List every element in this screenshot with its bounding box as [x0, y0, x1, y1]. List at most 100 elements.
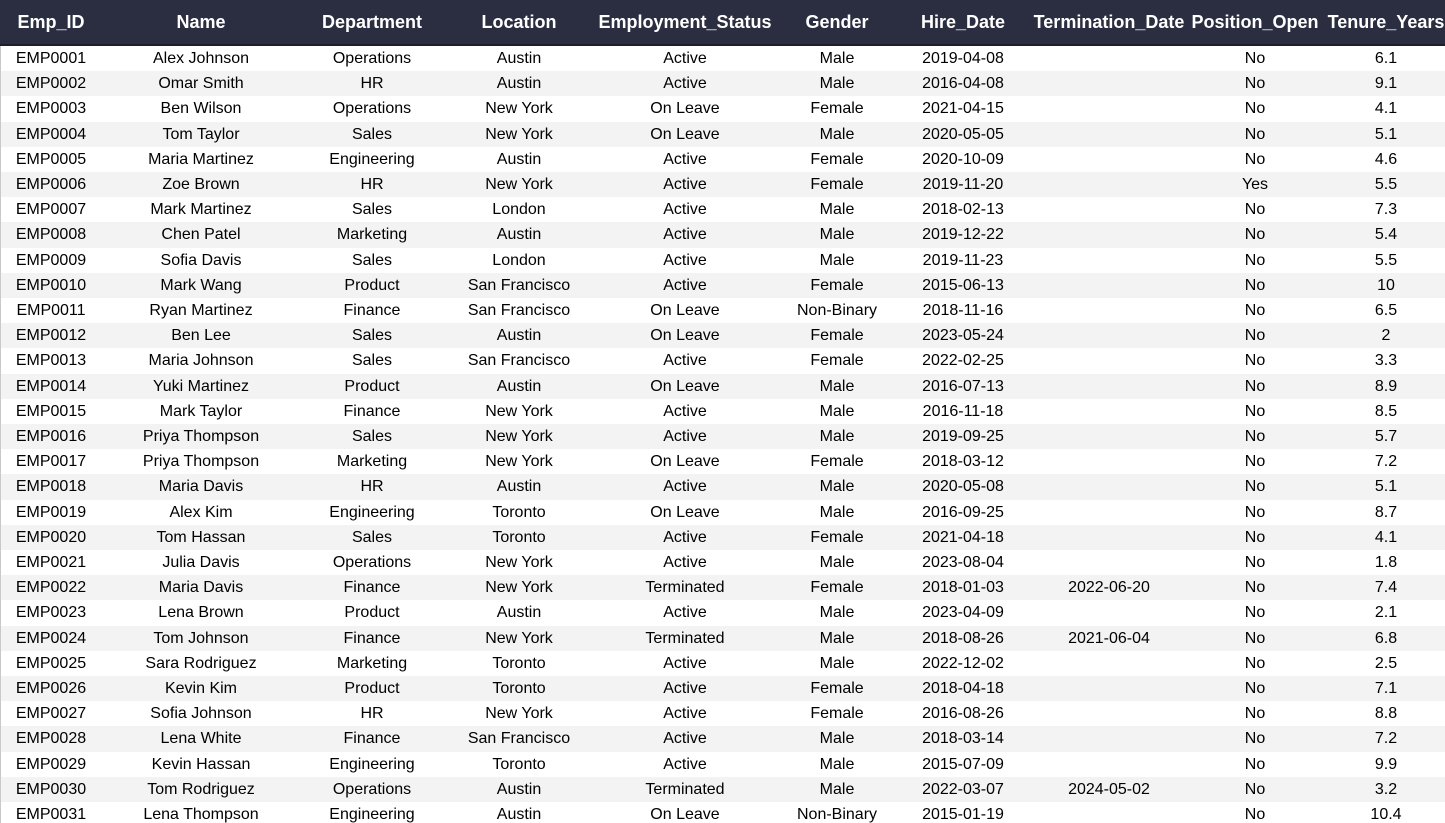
cell-gender[interactable]: Male: [772, 424, 902, 449]
cell-gender[interactable]: Male: [772, 474, 902, 499]
cell-tenure-years[interactable]: 7.3: [1326, 197, 1445, 222]
table-row[interactable]: EMP0022 Maria Davis Finance New York Termina…: [0, 575, 1445, 601]
cell-name[interactable]: Lena Thompson: [106, 802, 296, 823]
cell-termination-date[interactable]: 2024-05-02: [1029, 777, 1189, 802]
cell-name[interactable]: Priya Thompson: [106, 449, 296, 474]
cell-employment-status[interactable]: Active: [590, 348, 780, 373]
cell-location[interactable]: New York: [444, 96, 594, 121]
cell-emp-id[interactable]: EMP0027: [1, 701, 101, 726]
cell-location[interactable]: Austin: [444, 323, 594, 348]
cell-name[interactable]: Mark Wang: [106, 273, 296, 298]
cell-department[interactable]: Sales: [292, 122, 452, 147]
cell-employment-status[interactable]: Active: [590, 550, 780, 575]
cell-department[interactable]: Finance: [292, 399, 452, 424]
cell-emp-id[interactable]: EMP0031: [1, 802, 101, 823]
cell-position-open[interactable]: No: [1185, 726, 1325, 751]
cell-position-open[interactable]: No: [1185, 298, 1325, 323]
table-row[interactable]: EMP0020 Tom Hassan Sales Toronto Active Femal…: [0, 524, 1445, 550]
table-row[interactable]: EMP0025 Sara Rodriguez Marketing Toronto Act…: [0, 651, 1445, 676]
cell-position-open[interactable]: Yes: [1185, 172, 1325, 197]
cell-emp-id[interactable]: EMP0022: [1, 575, 101, 600]
cell-name[interactable]: Maria Davis: [106, 575, 296, 600]
cell-termination-date[interactable]: [1029, 802, 1189, 823]
cell-emp-id[interactable]: EMP0020: [1, 525, 101, 550]
cell-location[interactable]: Toronto: [444, 500, 594, 525]
cell-department[interactable]: Product: [292, 273, 452, 298]
cell-gender[interactable]: Female: [772, 323, 902, 348]
cell-department[interactable]: HR: [292, 701, 452, 726]
cell-department[interactable]: HR: [292, 172, 452, 197]
cell-gender[interactable]: Female: [772, 273, 902, 298]
cell-employment-status[interactable]: On Leave: [590, 500, 780, 525]
cell-name[interactable]: Tom Johnson: [106, 626, 296, 651]
cell-termination-date[interactable]: [1029, 600, 1189, 625]
cell-location[interactable]: Toronto: [444, 676, 594, 701]
cell-department[interactable]: Sales: [292, 197, 452, 222]
cell-emp-id[interactable]: EMP0011: [1, 298, 101, 323]
cell-position-open[interactable]: No: [1185, 474, 1325, 499]
cell-employment-status[interactable]: Active: [590, 701, 780, 726]
table-row[interactable]: EMP0019 Alex Kim Engineering Toronto On Leav…: [0, 500, 1445, 525]
cell-employment-status[interactable]: Active: [590, 474, 780, 499]
cell-emp-id[interactable]: EMP0018: [1, 474, 101, 499]
table-row[interactable]: EMP0026 Kevin Kim Product Toronto Active Fema…: [0, 676, 1445, 702]
cell-tenure-years[interactable]: 7.2: [1326, 726, 1445, 751]
cell-hire-date[interactable]: 2022-03-07: [903, 777, 1023, 802]
cell-emp-id[interactable]: EMP0014: [1, 374, 101, 399]
cell-department[interactable]: Operations: [292, 550, 452, 575]
cell-emp-id[interactable]: EMP0008: [1, 222, 101, 247]
cell-tenure-years[interactable]: 3.3: [1326, 348, 1445, 373]
cell-emp-id[interactable]: EMP0001: [1, 46, 101, 71]
cell-gender[interactable]: Male: [772, 374, 902, 399]
cell-gender[interactable]: Male: [772, 122, 902, 147]
cell-tenure-years[interactable]: 10.4: [1326, 802, 1445, 823]
table-row[interactable]: EMP0002 Omar Smith HR Austin Active Male 2016-…: [0, 71, 1445, 97]
cell-location[interactable]: London: [444, 197, 594, 222]
cell-tenure-years[interactable]: 7.4: [1326, 575, 1445, 600]
cell-gender[interactable]: Male: [772, 626, 902, 651]
cell-employment-status[interactable]: Active: [590, 248, 780, 273]
cell-name[interactable]: Alex Kim: [106, 500, 296, 525]
cell-location[interactable]: San Francisco: [444, 298, 594, 323]
cell-tenure-years[interactable]: 8.8: [1326, 701, 1445, 726]
cell-department[interactable]: Finance: [292, 575, 452, 600]
cell-emp-id[interactable]: EMP0006: [1, 172, 101, 197]
cell-gender[interactable]: Male: [772, 777, 902, 802]
cell-tenure-years[interactable]: 5.5: [1326, 248, 1445, 273]
cell-position-open[interactable]: No: [1185, 777, 1325, 802]
cell-location[interactable]: Austin: [444, 374, 594, 399]
cell-tenure-years[interactable]: 9.1: [1326, 71, 1445, 96]
cell-hire-date[interactable]: 2018-04-18: [903, 676, 1023, 701]
table-row[interactable]: EMP0024 Tom Johnson Finance New York Termina…: [0, 625, 1445, 651]
cell-emp-id[interactable]: EMP0007: [1, 197, 101, 222]
cell-location[interactable]: New York: [444, 701, 594, 726]
cell-hire-date[interactable]: 2018-01-03: [903, 575, 1023, 600]
cell-gender[interactable]: Male: [772, 651, 902, 676]
cell-termination-date[interactable]: [1029, 172, 1189, 197]
table-row[interactable]: EMP0014 Yuki Martinez Product Austin On Leav…: [0, 373, 1445, 399]
cell-gender[interactable]: Male: [772, 71, 902, 96]
cell-termination-date[interactable]: [1029, 46, 1189, 71]
cell-hire-date[interactable]: 2022-12-02: [903, 651, 1023, 676]
cell-tenure-years[interactable]: 5.5: [1326, 172, 1445, 197]
cell-hire-date[interactable]: 2022-02-25: [903, 348, 1023, 373]
cell-name[interactable]: Tom Taylor: [106, 122, 296, 147]
table-row[interactable]: EMP0011 Ryan Martinez Finance San Francisco…: [0, 298, 1445, 323]
cell-hire-date[interactable]: 2019-04-08: [903, 46, 1023, 71]
cell-hire-date[interactable]: 2019-11-23: [903, 248, 1023, 273]
cell-gender[interactable]: Female: [772, 96, 902, 121]
cell-emp-id[interactable]: EMP0009: [1, 248, 101, 273]
cell-gender[interactable]: Female: [772, 525, 902, 550]
cell-gender[interactable]: Male: [772, 46, 902, 71]
table-row[interactable]: EMP0006 Zoe Brown HR New York Active Female 20…: [0, 172, 1445, 198]
cell-emp-id[interactable]: EMP0012: [1, 323, 101, 348]
cell-hire-date[interactable]: 2023-05-24: [903, 323, 1023, 348]
cell-department[interactable]: Sales: [292, 424, 452, 449]
cell-gender[interactable]: Female: [772, 348, 902, 373]
cell-location[interactable]: Austin: [444, 71, 594, 96]
cell-emp-id[interactable]: EMP0015: [1, 399, 101, 424]
cell-hire-date[interactable]: 2016-07-13: [903, 374, 1023, 399]
cell-employment-status[interactable]: Active: [590, 273, 780, 298]
cell-gender[interactable]: Male: [772, 500, 902, 525]
cell-location[interactable]: San Francisco: [444, 348, 594, 373]
